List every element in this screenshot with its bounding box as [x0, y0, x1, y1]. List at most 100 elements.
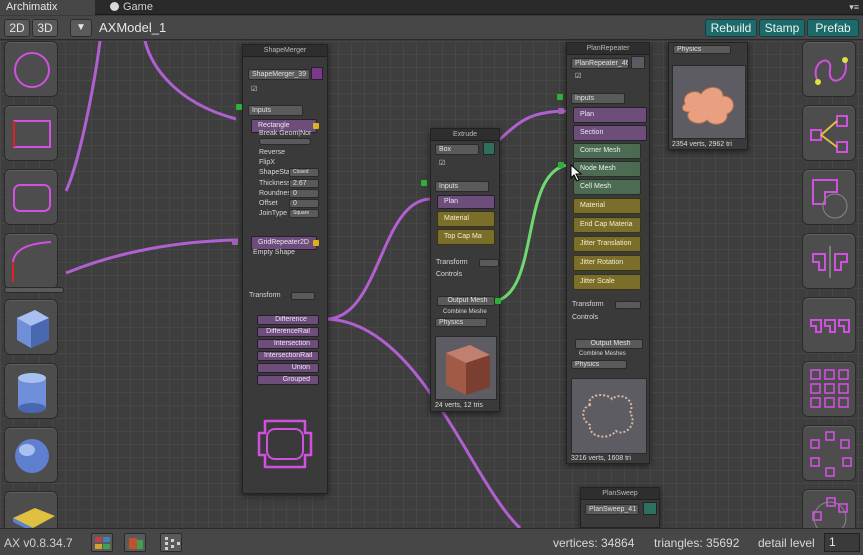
repeater-plan-port[interactable]	[558, 108, 564, 114]
input-material[interactable]: Material	[573, 198, 641, 214]
grid-repeater-output-port[interactable]	[313, 240, 319, 246]
window-menu-icon[interactable]: ▾≡	[849, 2, 859, 13]
input-jitter-rotation[interactable]: Jitter Rotation	[573, 255, 641, 271]
reverse-toggle[interactable]: Reverse	[259, 148, 285, 158]
model-menu-button[interactable]: ▼	[70, 19, 92, 37]
flipx-toggle[interactable]: FlipX	[259, 158, 275, 168]
output-intersection[interactable]: Intersection	[257, 339, 319, 349]
physics-foldout[interactable]: Physics	[673, 45, 731, 54]
tab-archimatix[interactable]: Archimatix	[0, 0, 95, 15]
enabled-checkbox[interactable]: ☑	[575, 72, 581, 82]
input-plan[interactable]: Plan	[437, 195, 495, 209]
transform-foldout[interactable]: Transform	[436, 258, 468, 268]
roundness-input[interactable]: 0	[289, 189, 319, 198]
repeater-node-mesh-port[interactable]	[558, 162, 564, 168]
repeater-inputs-port[interactable]	[557, 94, 563, 100]
stamp-button[interactable]: Stamp	[759, 19, 805, 37]
circle-shape-icon[interactable]	[4, 41, 58, 97]
rounded-rect-icon[interactable]	[4, 169, 58, 225]
repeater-preview	[571, 378, 647, 454]
palette-divider[interactable]	[4, 287, 64, 293]
shape-thumbnail-icon[interactable]	[311, 67, 323, 80]
controls-foldout[interactable]: Controls	[436, 270, 462, 280]
controls-foldout[interactable]: Controls	[572, 313, 598, 323]
output-difference-rail[interactable]: DifferenceRail	[257, 327, 319, 337]
plan-sweep-node[interactable]: PlanSweep PlanSweep_41	[580, 487, 660, 528]
node-name-field[interactable]: PlanSweep_41	[585, 504, 639, 515]
shape-state-dropdown[interactable]: Closed	[289, 168, 319, 177]
physics-foldout[interactable]: Physics	[435, 318, 487, 327]
preview-node[interactable]: Physics 2354 verts, 2962 tri	[668, 42, 748, 150]
thickness-input[interactable]: 2.67	[289, 179, 319, 188]
jointype-dropdown[interactable]: Square	[289, 209, 319, 218]
library-icon[interactable]	[91, 533, 113, 552]
node-name-field[interactable]: PlanRepeater_46	[571, 58, 629, 69]
transform-foldout[interactable]: Transform	[249, 291, 281, 301]
radial-repeater-icon[interactable]	[802, 425, 856, 481]
extrude-inputs-port[interactable]	[421, 180, 427, 186]
prefab-button[interactable]: Prefab	[807, 19, 859, 37]
input-plan[interactable]: Plan	[573, 107, 647, 123]
cylinder-icon[interactable]	[4, 363, 58, 419]
transform-dropdown[interactable]	[291, 292, 315, 300]
break-geom-slider[interactable]	[259, 138, 311, 145]
enabled-checkbox[interactable]: ☑	[251, 85, 257, 95]
grid-repeater-icon[interactable]	[802, 361, 856, 417]
rebuild-button[interactable]: Rebuild	[705, 19, 757, 37]
plan-repeater-node[interactable]: PlanRepeater PlanRepeater_46 ☑ Inputs Pl…	[566, 42, 650, 464]
linear-repeater-icon[interactable]	[802, 297, 856, 353]
transform-dropdown[interactable]	[479, 259, 499, 267]
graph-layout-icon[interactable]	[160, 533, 182, 552]
output-mesh[interactable]: Output Mesh	[437, 296, 495, 306]
offset-shape-icon[interactable]	[802, 169, 856, 225]
view-2d-button[interactable]: 2D	[4, 19, 30, 37]
grid-input-port[interactable]	[232, 239, 238, 245]
inputs-foldout[interactable]: Inputs	[248, 105, 303, 116]
cube-icon[interactable]	[4, 299, 58, 355]
node-name-field[interactable]: ShapeMerger_39	[248, 69, 310, 80]
detail-level-input[interactable]: 1	[824, 533, 860, 552]
inputs-port[interactable]	[236, 104, 242, 110]
inputs-foldout[interactable]: Inputs	[571, 93, 625, 104]
input-end-cap-material[interactable]: End Cap Materia	[573, 217, 641, 233]
enabled-checkbox[interactable]: ☑	[439, 159, 445, 169]
curve-points-icon[interactable]	[802, 41, 856, 97]
shape-thumbnail-icon[interactable]	[631, 56, 645, 69]
combine-meshes-toggle[interactable]: Combine Meshe	[443, 307, 487, 317]
corner-curve-icon[interactable]	[4, 233, 58, 289]
input-jitter-translation[interactable]: Jitter Translation	[573, 236, 641, 252]
transform-foldout[interactable]: Transform	[572, 300, 604, 310]
output-intersection-rail[interactable]: IntersectionRail	[257, 351, 319, 361]
transform-dropdown[interactable]	[615, 301, 641, 309]
offset-input[interactable]: 0	[289, 199, 319, 208]
material-icon[interactable]	[124, 533, 146, 552]
mesh-thumbnail-icon[interactable]	[483, 142, 495, 155]
inputs-foldout[interactable]: Inputs	[435, 181, 489, 192]
output-union[interactable]: Union	[257, 363, 319, 373]
shape-merger-node[interactable]: ShapeMerger ShapeMerger_39 ☑ Inputs Rect…	[242, 44, 328, 494]
mirror-icon[interactable]	[802, 233, 856, 289]
view-3d-button[interactable]: 3D	[32, 19, 58, 37]
output-mesh[interactable]: Output Mesh	[575, 339, 643, 349]
output-mesh-port[interactable]	[495, 298, 501, 304]
mesh-thumbnail-icon[interactable]	[643, 502, 657, 515]
input-material[interactable]: Material	[437, 211, 495, 227]
sphere-icon[interactable]	[4, 427, 58, 483]
extrude-node[interactable]: Extrude Box ☑ Inputs Plan Material Top C…	[430, 128, 501, 412]
shape-merger-icon[interactable]	[802, 105, 856, 161]
input-top-cap-material[interactable]: Top Cap Ma	[437, 229, 495, 245]
empty-shape-slot[interactable]: Empty Shape	[253, 248, 295, 258]
input-section[interactable]: Section	[573, 125, 647, 141]
node-name-field[interactable]: Box	[435, 144, 479, 155]
tab-strip: Archimatix Game ▾≡	[0, 0, 863, 15]
physics-foldout[interactable]: Physics	[571, 360, 627, 369]
tab-label: Archimatix	[6, 1, 58, 13]
tab-game[interactable]: Game	[104, 0, 194, 15]
output-grouped[interactable]: Grouped	[257, 375, 319, 385]
combine-meshes-toggle[interactable]: Combine Meshes	[579, 349, 626, 359]
input-jitter-scale[interactable]: Jitter Scale	[573, 274, 641, 290]
rectangle-output-port[interactable]	[313, 123, 319, 129]
rectangle-shape-icon[interactable]	[4, 105, 58, 161]
output-difference[interactable]: Difference	[257, 315, 319, 325]
input-corner-mesh[interactable]: Corner Mesh	[573, 143, 641, 159]
